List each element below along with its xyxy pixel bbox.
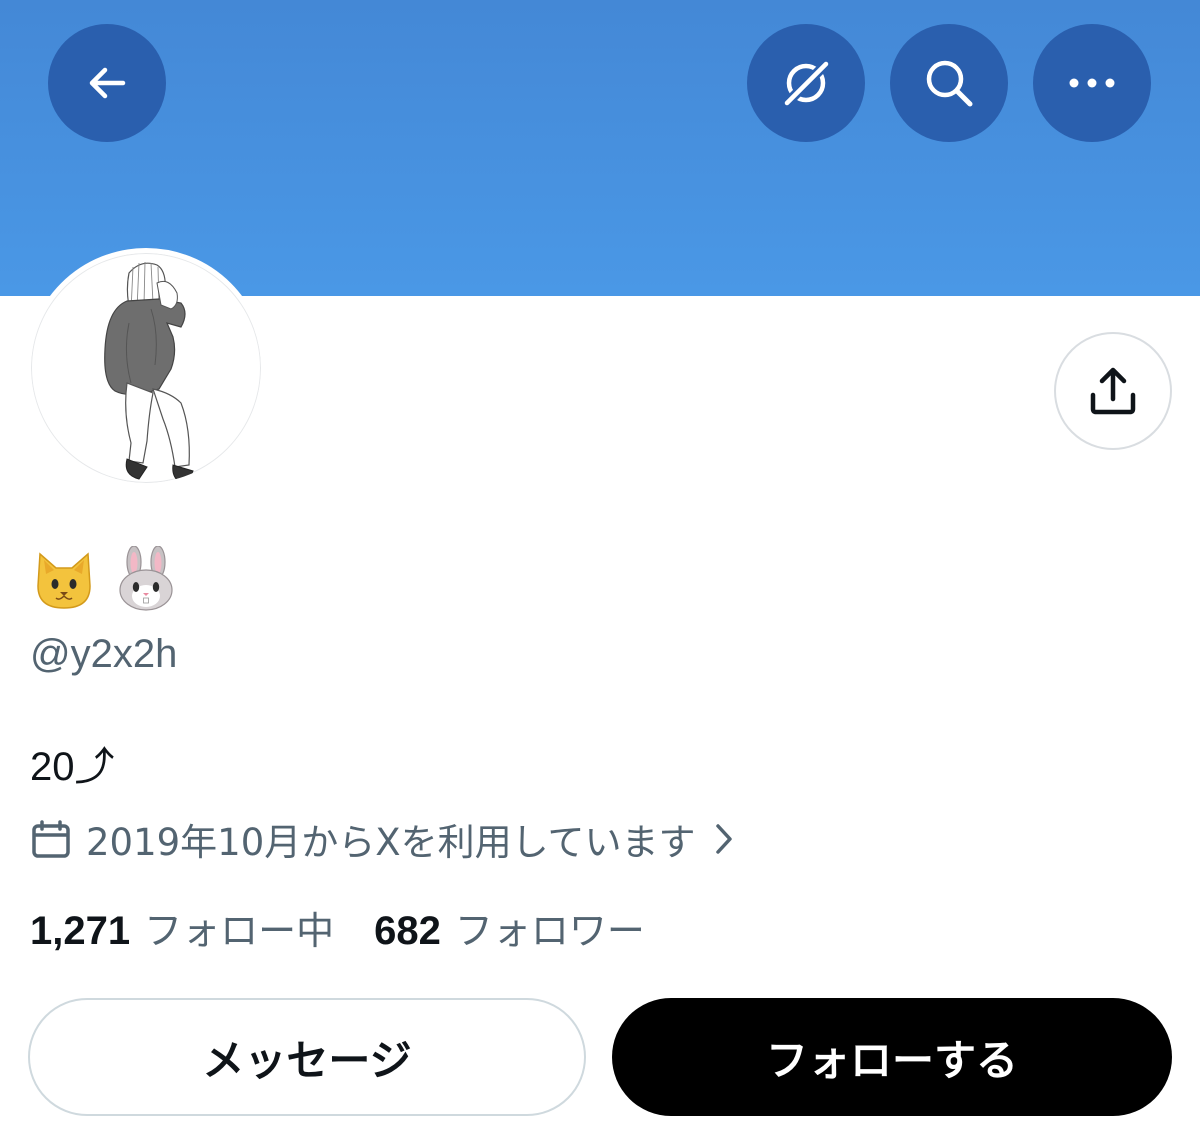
cat-face-emoji xyxy=(37,552,91,609)
search-button[interactable] xyxy=(890,24,1008,142)
profile-banner xyxy=(0,0,1200,296)
following-link[interactable]: 1,271 フォロー中 xyxy=(30,900,334,955)
follow-button[interactable]: フォローする xyxy=(612,998,1172,1116)
profile-handle: @y2x2h xyxy=(30,632,178,676)
profile-bio: 20⤴ xyxy=(30,745,115,789)
message-button[interactable]: メッセージ xyxy=(28,998,586,1116)
joined-date-text: 2019年10月からXを利用しています xyxy=(86,821,696,864)
follow-stats: 1,271 フォロー中 682 フォロワー xyxy=(30,900,645,955)
following-label: フォロー中 xyxy=(144,909,335,953)
chevron-right-icon xyxy=(716,824,733,854)
share-icon xyxy=(1090,367,1136,415)
profile-avatar[interactable] xyxy=(26,248,266,488)
following-count: 1,271 xyxy=(30,909,131,953)
search-icon xyxy=(926,60,973,107)
back-button[interactable] xyxy=(48,24,166,142)
share-button[interactable] xyxy=(1054,332,1172,450)
arrow-left-icon xyxy=(89,67,126,99)
more-button[interactable] xyxy=(1033,24,1151,142)
followers-link[interactable]: 682 フォロワー xyxy=(374,900,645,955)
calendar-icon xyxy=(32,820,70,858)
avatar-illustration xyxy=(104,261,194,483)
display-name xyxy=(34,546,176,612)
followers-count: 682 xyxy=(374,909,441,953)
more-horizontal-icon xyxy=(1069,78,1115,88)
joined-date-row[interactable]: 2019年10月からXを利用しています xyxy=(30,812,735,866)
followers-label: フォロワー xyxy=(454,909,645,953)
rabbit-face-emoji xyxy=(119,546,173,611)
grok-button[interactable] xyxy=(747,24,865,142)
grok-icon xyxy=(782,59,831,108)
